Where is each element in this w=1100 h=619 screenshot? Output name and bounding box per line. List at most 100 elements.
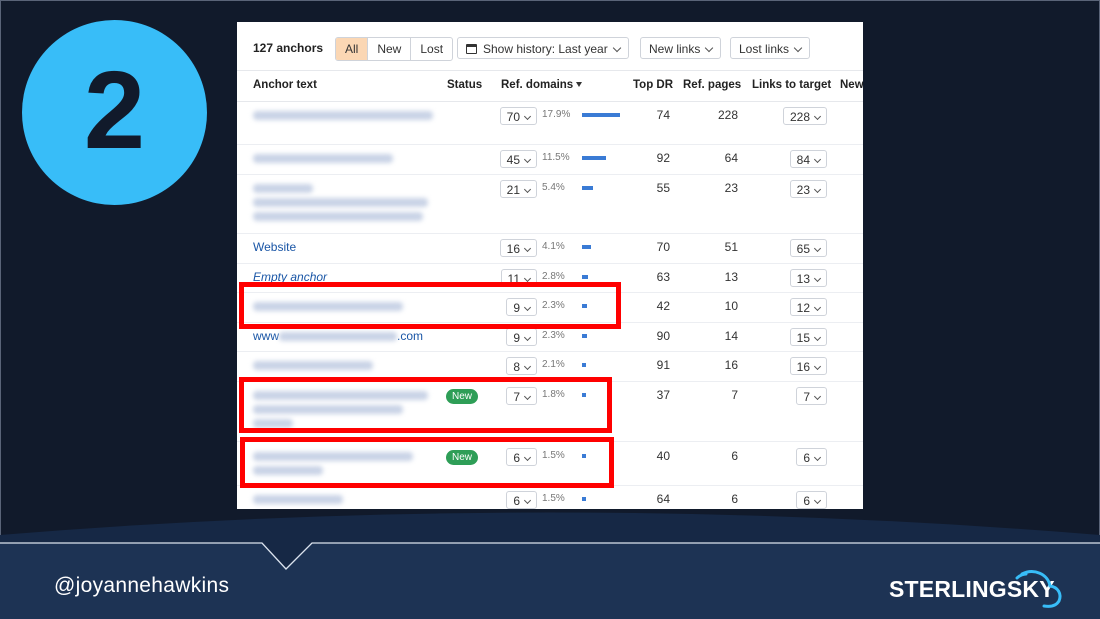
table-row: New 6 1.5% 40 6 6 [237, 441, 863, 486]
links-to-target-dropdown[interactable]: 65 [789, 239, 827, 257]
filter-all[interactable]: All [336, 38, 369, 60]
chevron-down-icon [813, 112, 822, 121]
ref-domains-percent: 1.5% [542, 493, 565, 504]
ref-domains-dropdown[interactable]: 7 [506, 387, 537, 405]
calendar-icon [466, 44, 477, 54]
ref-domains-bar [582, 454, 586, 458]
sterlingsky-logo: STERLINGSKY [889, 566, 1069, 612]
header-status[interactable]: Status [447, 79, 482, 91]
ref-domains-percent: 2.8% [542, 271, 565, 282]
ref-domains-value: 9 [513, 301, 520, 315]
ref-domains-percent: 2.3% [542, 330, 565, 341]
ref-domains-dropdown[interactable]: 6 [506, 448, 537, 466]
links-to-target-dropdown[interactable]: 12 [789, 298, 827, 316]
new-links-label: New links [649, 42, 701, 56]
ref-domains-dropdown[interactable]: 70 [499, 107, 537, 125]
anchor-link[interactable]: Website [253, 240, 296, 254]
header-new[interactable]: New [840, 79, 863, 91]
lost-links-button[interactable]: Lost links [730, 37, 811, 59]
ref-domains-dropdown[interactable]: 9 [506, 298, 537, 316]
ref-domains-percent: 11.5% [542, 152, 570, 163]
header-ref-domains[interactable]: Ref. domains [501, 79, 583, 91]
links-to-target-dropdown[interactable]: 15 [789, 328, 827, 346]
blurred-anchor-text [253, 212, 423, 221]
header-ref-pages[interactable]: Ref. pages [683, 79, 741, 91]
links-to-target-dropdown[interactable]: 16 [789, 357, 827, 375]
top-dr-value: 42 [656, 299, 670, 313]
ref-domains-dropdown[interactable]: 16 [499, 239, 537, 257]
anchor-suffix: .com [397, 329, 424, 343]
chevron-down-icon [612, 43, 621, 53]
top-dr-value: 55 [656, 181, 670, 195]
top-dr-value: 40 [656, 449, 670, 463]
ref-domains-percent: 17.9% [542, 109, 571, 120]
chevron-down-icon [523, 274, 532, 283]
ref-domains-dropdown[interactable]: 21 [499, 180, 537, 198]
links-to-target-dropdown[interactable]: 228 [782, 107, 827, 125]
links-to-target-dropdown[interactable]: 23 [789, 180, 827, 198]
chevron-down-icon [523, 112, 532, 121]
anchor-link[interactable]: www .com [253, 329, 423, 343]
table-header: Anchor text Status Ref. domains Top DR R… [237, 70, 863, 102]
ref-domains-bar [582, 304, 587, 308]
links-to-target-value: 15 [796, 331, 810, 345]
links-to-target-dropdown[interactable]: 6 [796, 448, 827, 466]
filter-lost[interactable]: Lost [411, 38, 452, 60]
ref-domains-dropdown[interactable]: 11 [500, 269, 537, 287]
links-to-target-dropdown[interactable]: 13 [789, 269, 827, 287]
ref-domains-value: 8 [513, 360, 520, 374]
links-to-target-value: 16 [796, 360, 810, 374]
ref-domains-percent: 4.1% [542, 241, 565, 252]
chevron-down-icon [813, 453, 822, 462]
chevron-down-icon [523, 185, 532, 194]
ref-pages-value: 14 [724, 329, 738, 343]
links-to-target-value: 13 [796, 272, 810, 286]
header-anchor-text[interactable]: Anchor text [253, 79, 317, 91]
chevron-down-icon [813, 274, 822, 283]
chevron-down-icon [793, 43, 803, 53]
anchor-link[interactable]: Empty anchor [253, 270, 327, 284]
anchor-count: 127 anchors [253, 41, 324, 55]
ref-domains-value: 45 [506, 153, 520, 167]
blurred-anchor-text [253, 198, 428, 207]
header-links-to-target[interactable]: Links to target [752, 79, 831, 91]
blurred-anchor-text [253, 466, 323, 475]
links-to-target-dropdown[interactable]: 7 [796, 387, 827, 405]
chevron-down-icon [523, 392, 532, 401]
links-to-target-value: 65 [796, 242, 810, 256]
ref-domains-dropdown[interactable]: 8 [506, 357, 537, 375]
links-to-target-value: 12 [796, 301, 810, 315]
ref-domains-dropdown[interactable]: 9 [506, 328, 537, 346]
chevron-down-icon [813, 362, 822, 371]
links-to-target-dropdown[interactable]: 84 [789, 150, 827, 168]
blurred-anchor-text [253, 302, 403, 311]
top-dr-value: 92 [656, 151, 670, 165]
ref-domains-value: 11 [507, 272, 520, 286]
blurred-anchor-text [253, 154, 393, 163]
table-row: Website 16 4.1% 70 51 65 [237, 233, 863, 264]
show-history-button[interactable]: Show history: Last year [457, 37, 629, 59]
ref-domains-value: 21 [506, 183, 520, 197]
chevron-down-icon [523, 155, 532, 164]
chevron-down-icon [705, 43, 714, 53]
ref-domains-percent: 1.5% [542, 450, 565, 461]
new-links-button[interactable]: New links [640, 37, 722, 59]
ref-domains-bar [582, 156, 607, 160]
ref-pages-value: 23 [724, 181, 738, 195]
ref-domains-value: 6 [513, 451, 520, 465]
chevron-down-icon [813, 333, 822, 342]
ref-pages-value: 10 [724, 299, 738, 313]
top-dr-value: 91 [656, 358, 670, 372]
top-dr-value: 70 [656, 240, 670, 254]
ref-domains-value: 9 [513, 331, 520, 345]
ref-pages-value: 6 [731, 449, 738, 463]
header-top-dr[interactable]: Top DR [633, 79, 673, 91]
chevron-down-icon [523, 333, 532, 342]
ref-domains-dropdown[interactable]: 45 [499, 150, 537, 168]
filter-new[interactable]: New [368, 38, 412, 60]
step-number: 2 [83, 48, 146, 172]
sort-desc-icon [576, 82, 583, 87]
blurred-anchor-text [253, 452, 413, 461]
ref-pages-value: 13 [724, 270, 738, 284]
chevron-down-icon [523, 362, 532, 371]
